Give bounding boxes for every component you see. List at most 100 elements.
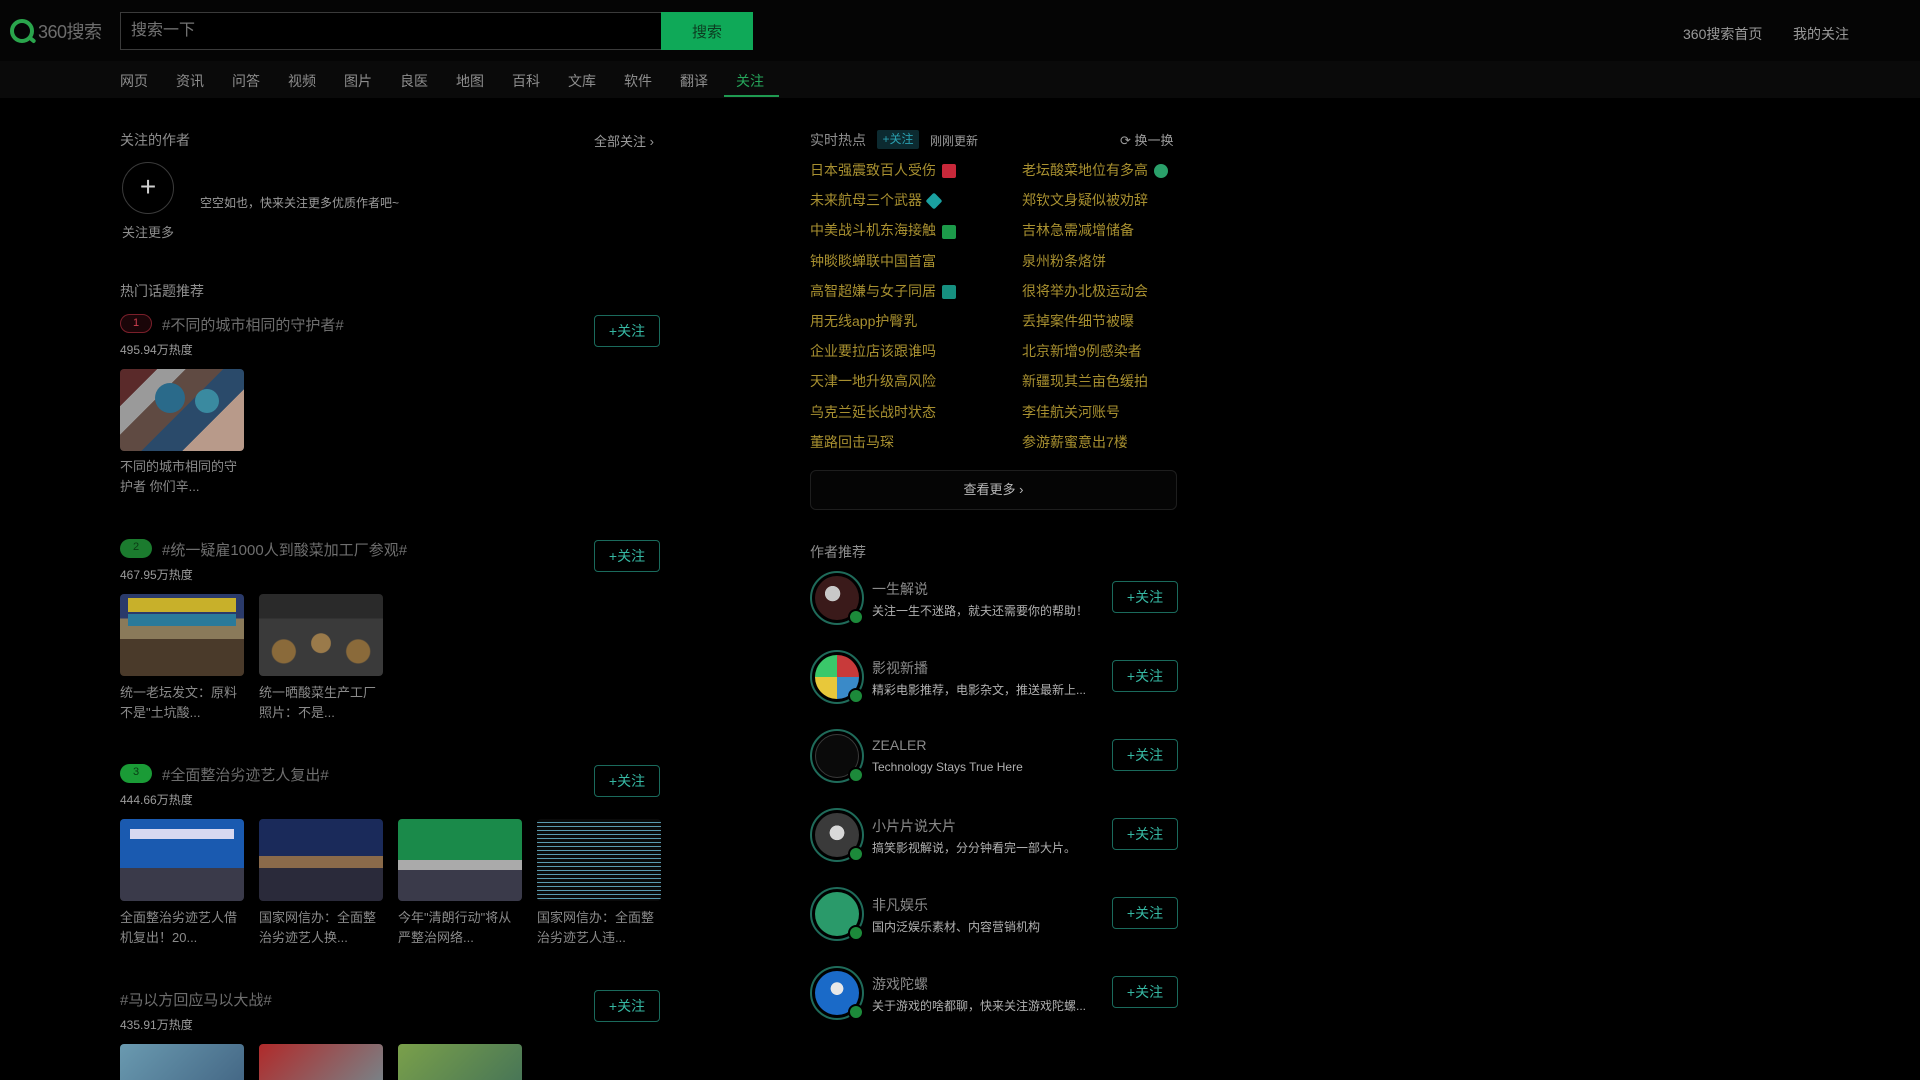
refresh-button[interactable]: ⟳ 换一换 xyxy=(1120,130,1174,149)
topic-follow-button[interactable]: +关注 xyxy=(594,540,660,572)
nav-item-video[interactable]: 视频 xyxy=(288,71,316,91)
author-name[interactable]: 非凡娱乐 xyxy=(872,895,928,915)
topic-follow-button[interactable]: +关注 xyxy=(594,315,660,347)
hot-item[interactable]: 钟睒睒蝉联中国首富 xyxy=(810,251,936,271)
author-avatar[interactable] xyxy=(810,650,864,704)
topic-thumbnail[interactable] xyxy=(120,594,244,676)
top-bar: 360搜索 搜索 360搜索首页 我的关注 xyxy=(0,0,1920,61)
author-avatar[interactable] xyxy=(810,729,864,783)
topic-title[interactable]: #不同的城市相同的守护者# xyxy=(162,314,344,335)
hot-item[interactable]: 参游薪蜜意出7楼 xyxy=(1022,432,1128,452)
hot-item[interactable]: 高智超嫌与女子同居 xyxy=(810,281,956,301)
hot-item[interactable]: 泉州粉条烙饼 xyxy=(1022,251,1106,271)
topic-heat: 435.91万热度 xyxy=(120,1018,193,1032)
hot-item[interactable]: 吉林急需减增储备 xyxy=(1022,220,1134,240)
hot-item[interactable]: 李佳航关河账号 xyxy=(1022,402,1120,422)
topic-thumbnail[interactable] xyxy=(120,1044,244,1080)
author-avatar[interactable] xyxy=(810,808,864,862)
topic-item-caption[interactable]: 统一晒酸菜生产工厂照片：不是... xyxy=(259,683,383,723)
hot-item[interactable]: 丢掉案件细节被曝 xyxy=(1022,311,1134,331)
topic-thumbnail[interactable] xyxy=(398,819,522,901)
author-avatar[interactable] xyxy=(810,966,864,1020)
hot-item[interactable]: 企业要拉店该跟谁吗 xyxy=(810,341,936,361)
search-input[interactable] xyxy=(120,12,662,50)
hot-item[interactable]: 未来航母三个武器 xyxy=(810,190,943,210)
author-follow-button[interactable]: +关注 xyxy=(1112,660,1178,692)
view-more-button[interactable]: 查看更多 › xyxy=(810,470,1177,510)
author-follow-button[interactable]: +关注 xyxy=(1112,739,1178,771)
author-name[interactable]: 小片片说大片 xyxy=(872,816,956,836)
topic-item-caption[interactable]: 今年"清朗行动"将从严整治网络... xyxy=(398,908,522,948)
search-button[interactable]: 搜索 xyxy=(661,12,753,50)
globe-tag-icon xyxy=(1154,164,1168,179)
rank-badge: 2 xyxy=(120,539,152,558)
author-follow-button[interactable]: +关注 xyxy=(1112,581,1178,613)
logo[interactable]: 360搜索 xyxy=(10,18,102,44)
nav-item-software[interactable]: 软件 xyxy=(624,71,652,91)
author-description: 关注一生不迷路，就夫还需要你的帮助！ xyxy=(872,604,1089,618)
hot-item[interactable]: 北京新增9例感染者 xyxy=(1022,341,1142,361)
topic-thumbnail[interactable] xyxy=(259,594,383,676)
nav-item-web[interactable]: 网页 xyxy=(120,71,148,91)
hot-item[interactable]: 很将举办北极运动会 xyxy=(1022,281,1148,301)
hot-item[interactable]: 日本强震致百人受伤 xyxy=(810,160,956,180)
topic-item-caption[interactable]: 全面整治劣迹艺人借机复出！20... xyxy=(120,908,244,948)
topic-item-caption[interactable]: 不同的城市相同的守护者 你们辛... xyxy=(120,457,244,497)
topic-title[interactable]: #马以方回应马以大战# xyxy=(120,989,272,1010)
topic-thumbnail[interactable] xyxy=(259,1044,383,1080)
teal-tag-icon xyxy=(942,285,956,300)
add-follow-label[interactable]: 关注更多 xyxy=(122,222,174,241)
author-follow-button[interactable]: +关注 xyxy=(1112,897,1178,929)
author-avatar[interactable] xyxy=(810,887,864,941)
hot-item[interactable]: 天津一地升级高风险 xyxy=(810,371,936,391)
author-description: 关于游戏的啥都聊，快来关注游戏陀螺... xyxy=(872,999,1087,1013)
topic-thumbnail[interactable] xyxy=(398,1044,522,1080)
nav-item-follow[interactable]: 关注 xyxy=(736,71,764,91)
hot-item[interactable]: 新疆现其兰亩色缓拍 xyxy=(1022,371,1148,391)
nav-item-translate[interactable]: 翻译 xyxy=(680,71,708,91)
nav-item-qa[interactable]: 问答 xyxy=(232,71,260,91)
topic-follow-button[interactable]: +关注 xyxy=(594,990,660,1022)
author-name[interactable]: 游戏陀螺 xyxy=(872,974,928,994)
nav-item-news[interactable]: 资讯 xyxy=(176,71,204,91)
topic-item-caption[interactable]: 国家网信办：全面整治劣迹艺人违... xyxy=(537,908,661,948)
hot-item[interactable]: 董路回击马琛 xyxy=(810,432,894,452)
nav-item-map[interactable]: 地图 xyxy=(456,71,484,91)
author-name[interactable]: 一生解说 xyxy=(872,579,928,599)
all-follow-link[interactable]: 全部关注 › xyxy=(594,131,654,150)
hot-item-text: 北京新增9例感染者 xyxy=(1022,343,1142,360)
red-tag-icon xyxy=(942,164,956,179)
nav-item-doctor[interactable]: 良医 xyxy=(400,71,428,91)
hot-item[interactable]: 老坛酸菜地位有多高 xyxy=(1022,160,1168,180)
topic-thumbnail[interactable] xyxy=(120,819,244,901)
author-name[interactable]: ZEALER xyxy=(872,737,926,753)
realtime-follow-badge[interactable]: +关注 xyxy=(877,130,919,149)
topic-thumbnail[interactable] xyxy=(537,819,661,901)
author-avatar[interactable] xyxy=(810,571,864,625)
topic-thumbnail[interactable] xyxy=(259,819,383,901)
hot-item[interactable]: 中美战斗机东海接触 xyxy=(810,220,956,240)
nav-item-baike[interactable]: 百科 xyxy=(512,71,540,91)
author-name[interactable]: 影视新播 xyxy=(872,658,928,678)
nav-item-image[interactable]: 图片 xyxy=(344,71,372,91)
hot-item[interactable]: 郑钦文身疑似被劝辞 xyxy=(1022,190,1148,210)
topic-title[interactable]: #全面整治劣迹艺人复出# xyxy=(162,764,329,785)
hot-item[interactable]: 乌克兰延长战时状态 xyxy=(810,402,936,422)
topic-follow-button[interactable]: +关注 xyxy=(594,765,660,797)
topic-title[interactable]: #统一疑雇1000人到酸菜加工厂参观# xyxy=(162,539,407,560)
logo-text: 360搜索 xyxy=(38,22,102,42)
nav-bar: 网页 资讯 问答 视频 图片 良医 地图 百科 文库 软件 翻译 关注 xyxy=(0,61,1920,98)
hot-item-text: 新疆现其兰亩色缓拍 xyxy=(1022,373,1148,390)
rank-badge: 3 xyxy=(120,764,152,783)
topic-item-caption[interactable]: 国家网信办：全面整治劣迹艺人换... xyxy=(259,908,383,948)
my-follow-link[interactable]: 我的关注 xyxy=(1793,24,1849,44)
topic-item-caption[interactable]: 统一老坛发文：原料不是"土坑酸... xyxy=(120,683,244,723)
author-follow-button[interactable]: +关注 xyxy=(1112,818,1178,850)
author-follow-button[interactable]: +关注 xyxy=(1112,976,1178,1008)
add-follow-button[interactable]: + xyxy=(122,162,174,214)
topic-thumbnail[interactable] xyxy=(120,369,244,451)
rank-badge: 1 xyxy=(120,314,152,333)
home-link[interactable]: 360搜索首页 xyxy=(1683,24,1762,44)
nav-item-wenku[interactable]: 文库 xyxy=(568,71,596,91)
hot-item[interactable]: 用无线app护臀乳 xyxy=(810,311,917,331)
